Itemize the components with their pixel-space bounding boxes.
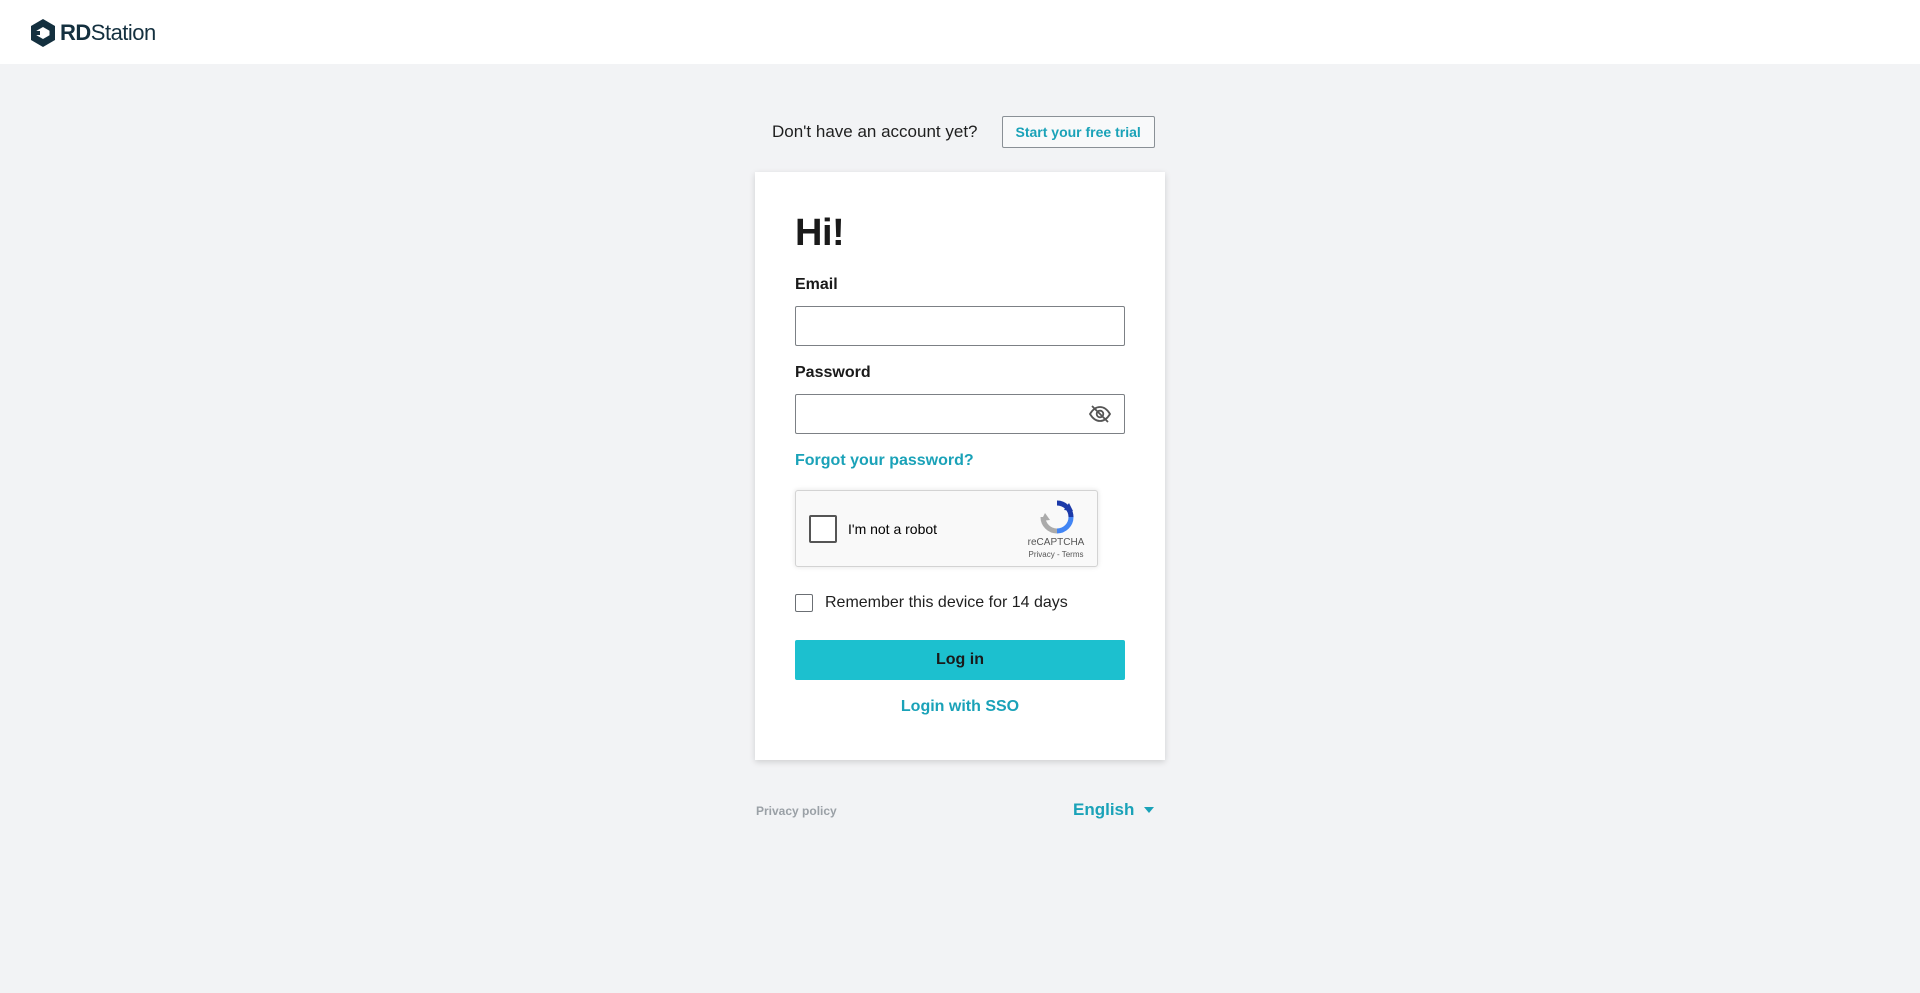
- recaptcha-label: I'm not a robot: [848, 521, 938, 537]
- logo-wordmark: RDStation: [60, 20, 156, 45]
- recaptcha-widget: I'm not a robot reCAPTCHA Privacy - Term…: [795, 490, 1098, 567]
- email-label: Email: [795, 276, 838, 293]
- recaptcha-privacy-terms[interactable]: Privacy - Terms: [1016, 550, 1096, 559]
- rd-station-logo-icon: [31, 19, 55, 47]
- log-in-button[interactable]: Log in: [795, 640, 1125, 680]
- remember-device-row: Remember this device for 14 days: [795, 594, 1068, 612]
- login-card: Hi! Email Password Forgot your password?…: [755, 172, 1165, 760]
- remember-device-checkbox[interactable]: [795, 594, 813, 612]
- rd-station-logo[interactable]: RDStation: [30, 18, 156, 48]
- password-label: Password: [795, 364, 871, 381]
- email-field[interactable]: [795, 306, 1125, 346]
- start-free-trial-button[interactable]: Start your free trial: [1001, 116, 1155, 148]
- recaptcha-logo-icon: [1040, 500, 1074, 534]
- signup-row: Don't have an account yet? Start your fr…: [772, 116, 1155, 148]
- recaptcha-checkbox[interactable]: [809, 515, 837, 543]
- top-bar: RDStation: [0, 0, 1920, 64]
- language-label: English: [1073, 800, 1135, 819]
- chevron-down-icon: [1144, 807, 1155, 813]
- language-selector[interactable]: English: [1073, 800, 1155, 820]
- forgot-password-link[interactable]: Forgot your password?: [795, 452, 974, 470]
- eye-slash-icon[interactable]: [1088, 403, 1112, 425]
- signup-prompt: Don't have an account yet?: [772, 122, 978, 141]
- privacy-policy-link[interactable]: Privacy policy: [756, 804, 837, 818]
- password-field[interactable]: [795, 394, 1125, 434]
- recaptcha-brand: reCAPTCHA: [1027, 537, 1085, 548]
- greeting-heading: Hi!: [795, 212, 845, 254]
- login-with-sso-link[interactable]: Login with SSO: [795, 698, 1125, 716]
- remember-device-label[interactable]: Remember this device for 14 days: [825, 594, 1068, 612]
